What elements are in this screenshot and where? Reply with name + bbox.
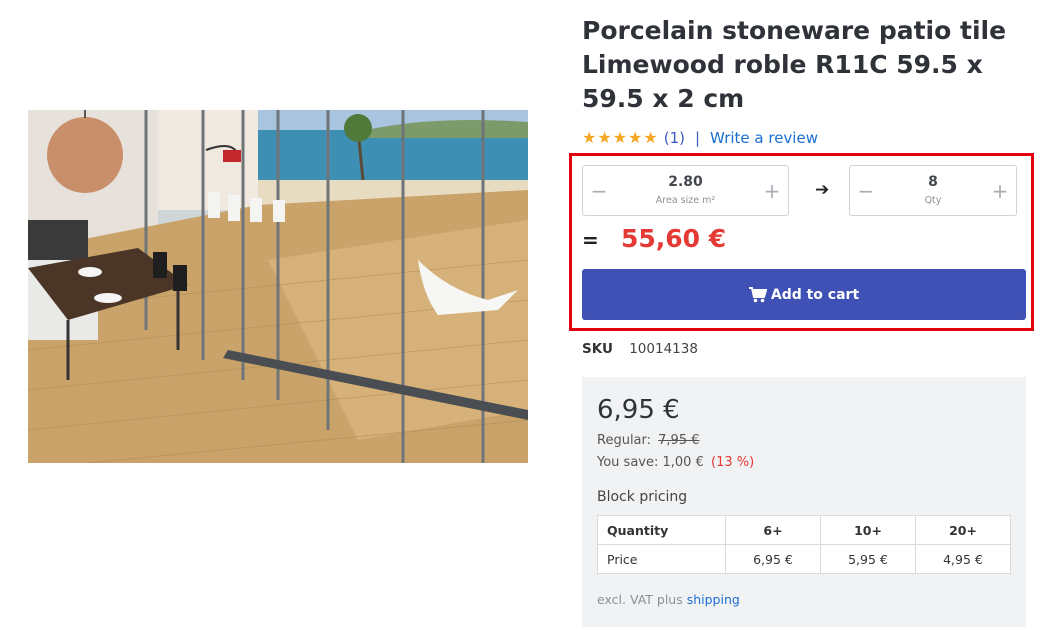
review-count-link[interactable]: (1) <box>664 129 685 147</box>
star-icon: ★ <box>582 128 597 147</box>
table-row: Price 6,95 € 5,95 € 4,95 € <box>597 544 1011 574</box>
area-minus-button[interactable]: − <box>583 166 615 215</box>
equals-sign: = <box>582 228 599 252</box>
cart-icon <box>748 286 767 302</box>
qty-plus-button[interactable]: + <box>984 166 1016 215</box>
regular-price-row: Regular: 7,95 € <box>597 433 700 448</box>
qty-field[interactable]: 8 Qty <box>882 174 984 206</box>
table-cell: Price <box>597 544 726 574</box>
arrow-right-icon: ➔ <box>815 180 830 200</box>
star-icon: ★ <box>597 128 612 147</box>
unit-price: 6,95 € <box>597 395 680 425</box>
sku-label: SKU <box>582 341 613 357</box>
price-panel: 6,95 € Regular: 7,95 € You save: 1,00 € … <box>582 377 1026 627</box>
you-save-label: You save: <box>597 455 659 470</box>
you-save-value: 1,00 € <box>662 455 704 470</box>
quantity-stepper: − 8 Qty + <box>849 165 1017 216</box>
block-pricing-table: Quantity 6+ 10+ 20+ Price 6,95 € 5,95 € … <box>597 515 1011 574</box>
vat-note-text: excl. VAT plus <box>597 592 683 607</box>
area-size-stepper: − 2.80 Area size m² + <box>582 165 789 216</box>
star-icon: ★ <box>628 128 643 147</box>
regular-price-label: Regular: <box>597 433 652 448</box>
add-to-cart-label: Add to cart <box>770 286 860 303</box>
shipping-link[interactable]: shipping <box>687 592 740 607</box>
add-to-cart-button[interactable]: Add to cart <box>582 269 1026 320</box>
product-title: Porcelain stoneware patio tile Limewood … <box>582 16 1007 113</box>
table-cell: 5,95 € <box>820 544 916 574</box>
table-cell: 20+ <box>915 515 1011 545</box>
total-price: 55,60 € <box>621 224 727 253</box>
table-cell: 6,95 € <box>725 544 821 574</box>
table-cell: Quantity <box>597 515 726 545</box>
star-icon: ★ <box>643 128 658 147</box>
vat-note: excl. VAT plus shipping <box>597 592 740 607</box>
area-plus-button[interactable]: + <box>756 166 788 215</box>
regular-price-value: 7,95 € <box>658 433 700 448</box>
sku-row: SKU 10014138 <box>582 341 698 357</box>
rating-separator: | <box>694 129 701 147</box>
rating-row: ★ ★ ★ ★ ★ (1) | Write a review <box>582 128 818 148</box>
table-row: Quantity 6+ 10+ 20+ <box>597 515 1011 545</box>
star-icon: ★ <box>612 128 628 147</box>
product-image[interactable] <box>28 110 528 463</box>
area-size-field[interactable]: 2.80 Area size m² <box>615 174 756 206</box>
rating-stars[interactable]: ★ ★ ★ ★ ★ <box>582 130 658 146</box>
block-pricing-title: Block pricing <box>597 489 688 505</box>
write-review-link[interactable]: Write a review <box>710 129 818 147</box>
table-cell: 6+ <box>725 515 821 545</box>
qty-value[interactable]: 8 <box>882 174 984 190</box>
sku-value: 10014138 <box>629 341 698 357</box>
you-save-row: You save: 1,00 € (13 %) <box>597 455 754 470</box>
area-size-value[interactable]: 2.80 <box>615 174 756 190</box>
area-size-label: Area size m² <box>655 194 716 206</box>
you-save-percent: (13 %) <box>711 455 755 470</box>
qty-label: Qty <box>924 194 942 206</box>
table-cell: 10+ <box>820 515 916 545</box>
qty-minus-button[interactable]: − <box>850 166 882 215</box>
table-cell: 4,95 € <box>915 544 1011 574</box>
